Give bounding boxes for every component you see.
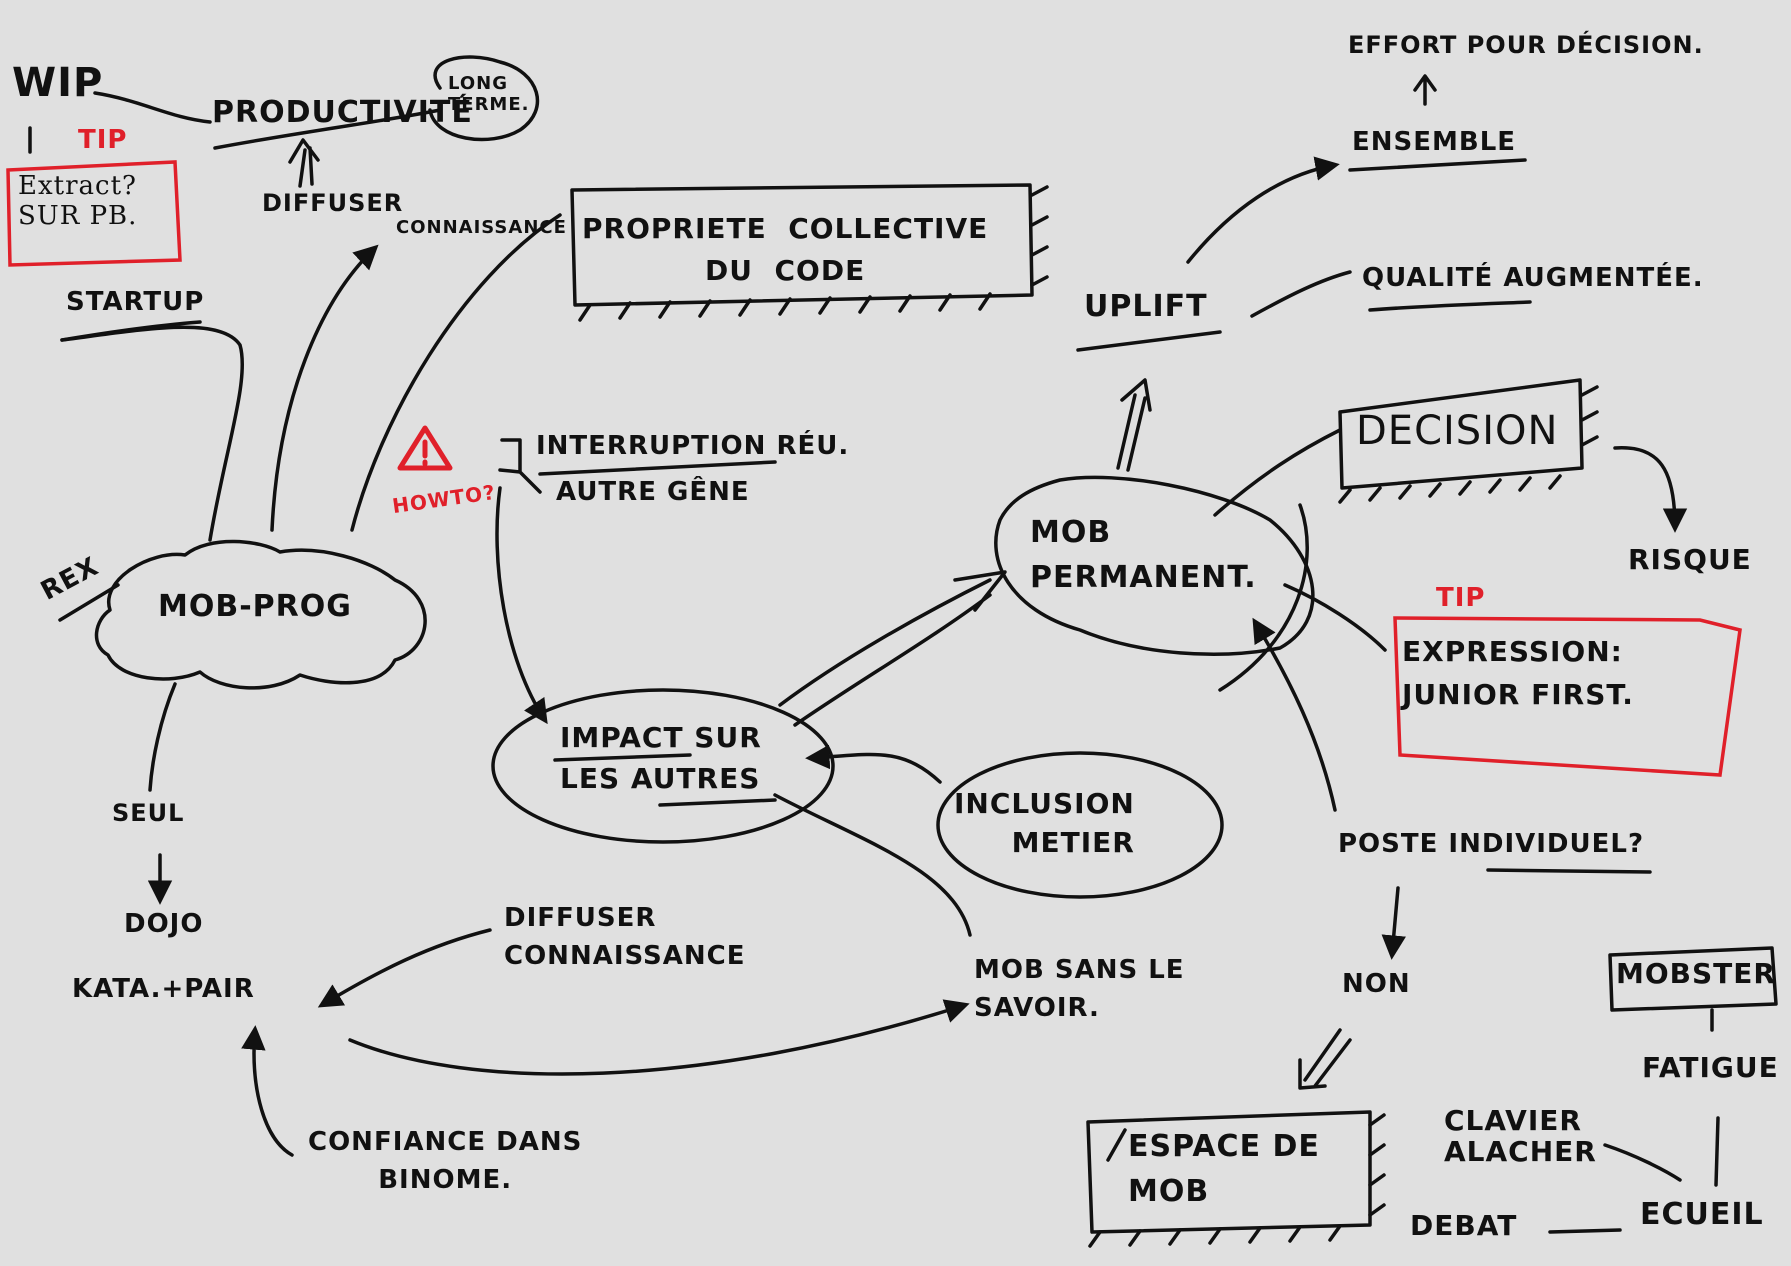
impact-to-mob-permanent-arrow <box>778 570 1007 727</box>
clavier-to-ecueil-line <box>1603 1143 1682 1182</box>
confiance-binome-label: CONFIANCE DANS BINOME. <box>308 1127 583 1195</box>
connaissance-top-label: CONNAISSANCE <box>396 217 567 238</box>
extract-label: Extract? SUR PB. <box>18 171 138 231</box>
diffuser-to-kata-arrow <box>317 928 492 1008</box>
debat-to-ecueil-line <box>1548 1228 1622 1234</box>
espace-small-bar <box>1106 1128 1127 1162</box>
mobster-label: MOBSTER <box>1616 957 1776 990</box>
diffuser-up-arrow <box>288 138 320 188</box>
propriete-collective-label: PROPRIETE COLLECTIVE DU CODE <box>582 212 989 287</box>
clavier-alacher-label: CLAVIER ALACHER <box>1444 1104 1597 1168</box>
impact-autres-label: IMPACT SUR LES AUTRES <box>560 721 762 795</box>
poste-to-non-arrow <box>1381 886 1406 960</box>
mob-prog-to-seul-line <box>148 682 177 792</box>
tip-right-label: TIP <box>1436 583 1486 613</box>
productivite-label: PRODUCTIVITÉ <box>212 95 473 130</box>
risque-label: RISQUE <box>1628 543 1752 576</box>
uplift-label: UPLIFT <box>1084 289 1208 324</box>
confiance-to-kata-arrow <box>241 1025 294 1157</box>
uplift-to-qualite-line <box>1250 270 1352 318</box>
ensemble-to-effort-arrow <box>1413 74 1437 106</box>
expression-junior-label: EXPRESSION: JUNIOR FIRST. <box>1402 635 1634 712</box>
mob-permanent-to-uplift-arrow <box>1116 378 1152 472</box>
espace-mob-label: ESPACE DE MOB <box>1128 1129 1320 1209</box>
diffuser-top-label: DIFFUSER <box>262 189 404 217</box>
mob-permanent-label: MOB PERMANENT. <box>1030 515 1257 595</box>
startup-to-mob-prog-line <box>60 325 244 542</box>
non-to-espace-arrow <box>1298 1028 1352 1090</box>
inclusion-metier-label: INCLUSION METIER <box>954 787 1135 860</box>
ensemble-label: ENSEMBLE <box>1352 127 1517 157</box>
poste-individuel-label: POSTE INDIVIDUEL? <box>1338 829 1645 859</box>
qualite-augmentee-label: QUALITÉ AUGMENTÉE. <box>1362 263 1704 293</box>
mob-prog-label: MOB-PROG <box>158 589 352 624</box>
kata-to-mob-sans-arrow <box>348 999 970 1076</box>
tip-left-label: TIP <box>78 125 128 155</box>
kata-pair-label: KATA.+PAIR <box>72 974 255 1004</box>
wip-to-productivite-line <box>93 91 212 124</box>
mob-sans-savoir-label: MOB SANS LE SAVOIR. <box>974 955 1185 1023</box>
interruption-underline <box>538 460 777 476</box>
dojo-label: DOJO <box>124 909 204 939</box>
long-terme-label: LONG TERME. <box>448 73 530 115</box>
mob-prog-to-diffuser-arrow <box>270 244 379 532</box>
interruption-to-impact-arrow <box>495 486 548 725</box>
interruption-bracket <box>498 438 542 494</box>
fatigue-label: FATIGUE <box>1642 1051 1779 1084</box>
autre-gene-label: AUTRE GÊNE <box>556 477 750 507</box>
debat-label: DEBAT <box>1410 1209 1518 1242</box>
individuel-underline <box>1486 868 1652 874</box>
ensemble-underline <box>1348 158 1527 172</box>
startup-label: STARTUP <box>66 287 205 317</box>
interruption-label: INTERRUPTION RÉU. <box>536 431 850 461</box>
diffuser-connaissance-label: DIFFUSER CONNAISSANCE <box>504 903 746 971</box>
decision-label: DECISION <box>1356 408 1559 454</box>
qualite-underline <box>1368 300 1532 312</box>
fatigue-to-ecueil-line <box>1714 1116 1720 1187</box>
seul-label: SEUL <box>112 799 185 827</box>
uplift-to-ensemble-arrow <box>1186 156 1340 264</box>
whiteboard-mindmap: WIP PRODUCTIVITÉ LONG TERME. TIP Extract… <box>0 0 1791 1266</box>
effort-decision-label: EFFORT POUR DÉCISION. <box>1348 31 1704 59</box>
wip-label: WIP <box>12 60 104 106</box>
uplift-underline <box>1076 330 1222 352</box>
ecueil-label: ECUEIL <box>1640 1197 1764 1232</box>
decision-to-risque-arrow <box>1613 446 1688 533</box>
non-label: NON <box>1342 969 1411 999</box>
warning-triangle-icon <box>397 425 453 471</box>
